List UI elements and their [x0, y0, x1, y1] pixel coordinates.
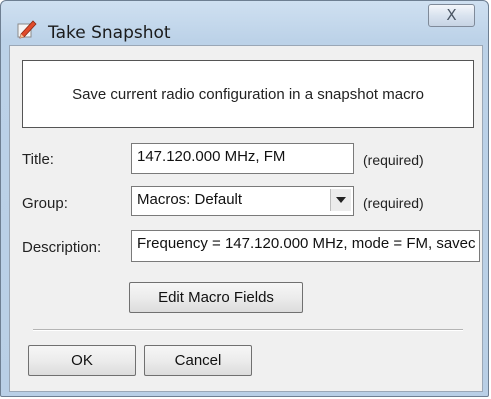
group-select-value: Macros: Default [137, 191, 243, 208]
group-select[interactable]: Macros: Default [131, 186, 354, 216]
title-input[interactable]: 147.120.000 MHz, FM [131, 143, 354, 174]
edit-macro-fields-button[interactable]: Edit Macro Fields [129, 282, 303, 313]
title-required-hint: (required) [363, 152, 424, 168]
group-required-hint: (required) [363, 195, 424, 211]
title-bar: Take Snapshot X [1, 1, 488, 45]
group-label: Group: [22, 195, 68, 212]
banner-text: Save current radio configuration in a sn… [72, 85, 424, 103]
snapshot-pencil-icon [15, 18, 37, 40]
take-snapshot-dialog: Take Snapshot X Save current radio confi… [0, 0, 489, 397]
window-title: Take Snapshot [48, 23, 171, 43]
description-banner: Save current radio configuration in a sn… [22, 60, 474, 128]
close-button[interactable]: X [428, 4, 475, 27]
cancel-button[interactable]: Cancel [144, 345, 252, 376]
chevron-down-icon[interactable] [330, 189, 351, 211]
dialog-body: Save current radio configuration in a sn… [9, 45, 483, 392]
description-label: Description: [22, 239, 102, 256]
title-label: Title: [22, 151, 54, 168]
separator [33, 329, 463, 331]
ok-button[interactable]: OK [28, 345, 136, 376]
description-input[interactable]: Frequency = 147.120.000 MHz, mode = FM, … [131, 230, 480, 262]
close-icon: X [446, 6, 457, 24]
